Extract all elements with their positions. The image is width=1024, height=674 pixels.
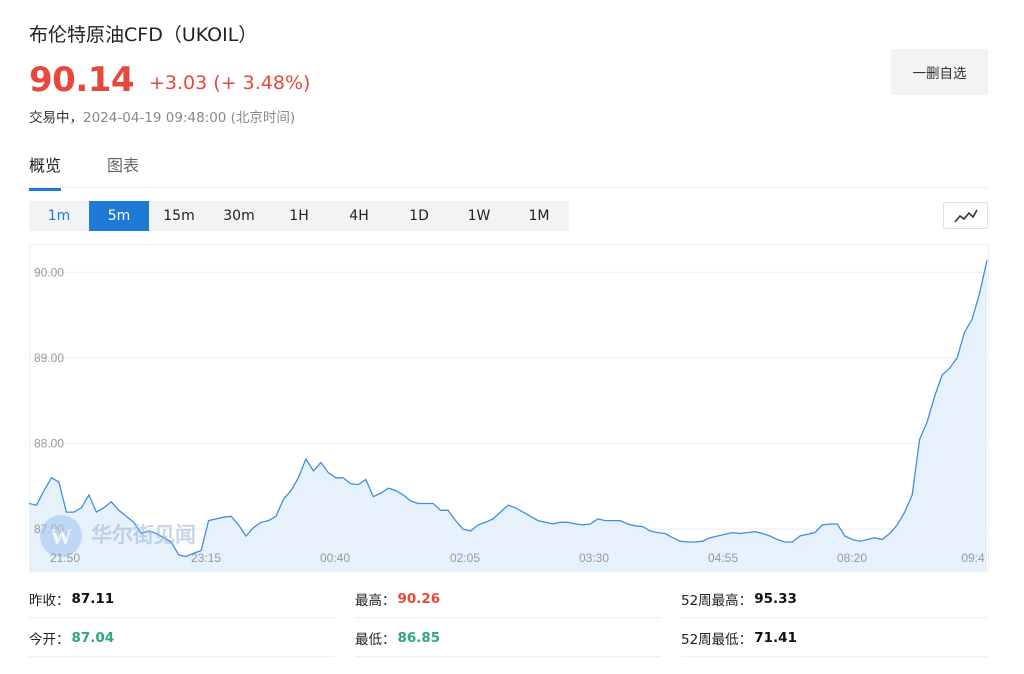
x-tick-label: 00:40: [320, 551, 350, 565]
x-tick-label: 21:50: [50, 551, 80, 565]
trading-status: 交易中，2024-04-19 09:48:00 (北京时间): [29, 106, 295, 126]
stat-value: 86.85: [397, 629, 441, 646]
period-1d[interactable]: 1D: [389, 201, 449, 231]
y-tick-label: 90.00: [34, 265, 64, 279]
y-tick-label: 88.00: [34, 437, 64, 451]
stat-value: 87.11: [71, 590, 115, 607]
svg-text:W: W: [50, 524, 72, 549]
x-tick-label: 04:55: [708, 551, 738, 565]
stat-open: 今开： 87.04: [29, 619, 335, 657]
stat-label: 今开：: [29, 631, 70, 648]
x-tick-label: 23:15: [191, 551, 221, 565]
stat-label: 52周最低：: [681, 631, 753, 648]
x-tick-label: 02:05: [450, 551, 480, 565]
stat-low: 最低： 86.85: [355, 619, 661, 657]
stat-52w-high: 52周最高： 95.33: [681, 580, 987, 618]
stat-prev-close: 昨收： 87.11: [29, 580, 335, 618]
chart-type-toggle[interactable]: [943, 202, 988, 229]
stat-value: 90.26: [397, 590, 441, 607]
stat-value: 71.41: [754, 629, 797, 646]
status-label: 交易中，: [29, 110, 83, 126]
x-tick-label: 09:4: [961, 551, 985, 565]
line-chart-icon: [953, 209, 978, 223]
period-30m[interactable]: 30m: [209, 201, 269, 231]
instrument-title: 布伦特原油CFD（UKOIL）: [29, 24, 258, 46]
tab-bar: 概览 图表: [29, 152, 988, 191]
period-4h[interactable]: 4H: [329, 201, 389, 231]
period-1mo[interactable]: 1M: [509, 201, 569, 231]
period-5m[interactable]: 5m: [89, 201, 149, 231]
stat-high: 最高： 90.26: [355, 580, 661, 618]
period-15m[interactable]: 15m: [149, 201, 209, 231]
y-tick-label: 89.00: [34, 351, 64, 365]
stat-label: 昨收：: [29, 592, 70, 609]
tab-overview[interactable]: 概览: [29, 152, 62, 191]
price-chart[interactable]: 90.0089.0088.0087.00 W 华尔街见闻 21:5023:150…: [29, 244, 989, 574]
timestamp: 2024-04-19 09:48:00 (北京时间): [83, 110, 296, 126]
price-change: +3.03 (+ 3.48%): [149, 72, 311, 94]
stat-label: 最低：: [355, 631, 396, 648]
x-tick-label: 03:30: [579, 551, 609, 565]
period-1w[interactable]: 1W: [449, 201, 509, 231]
stat-52w-low: 52周最低： 71.41: [681, 619, 987, 657]
stat-value: 87.04: [71, 629, 115, 646]
stat-label: 52周最高：: [681, 592, 753, 609]
last-price: 90.14: [29, 60, 135, 100]
period-selector: 1m 5m 15m 30m 1H 4H 1D 1W 1M: [29, 201, 569, 231]
stat-value: 95.33: [754, 590, 797, 607]
period-1h[interactable]: 1H: [269, 201, 329, 231]
stat-label: 最高：: [355, 592, 396, 609]
x-tick-label: 08:20: [837, 551, 867, 565]
period-1m[interactable]: 1m: [29, 201, 89, 231]
watermark-text: 华尔街见闻: [91, 523, 196, 547]
remove-watchlist-button[interactable]: 一删自选: [891, 49, 988, 95]
tab-chart[interactable]: 图表: [107, 152, 139, 176]
